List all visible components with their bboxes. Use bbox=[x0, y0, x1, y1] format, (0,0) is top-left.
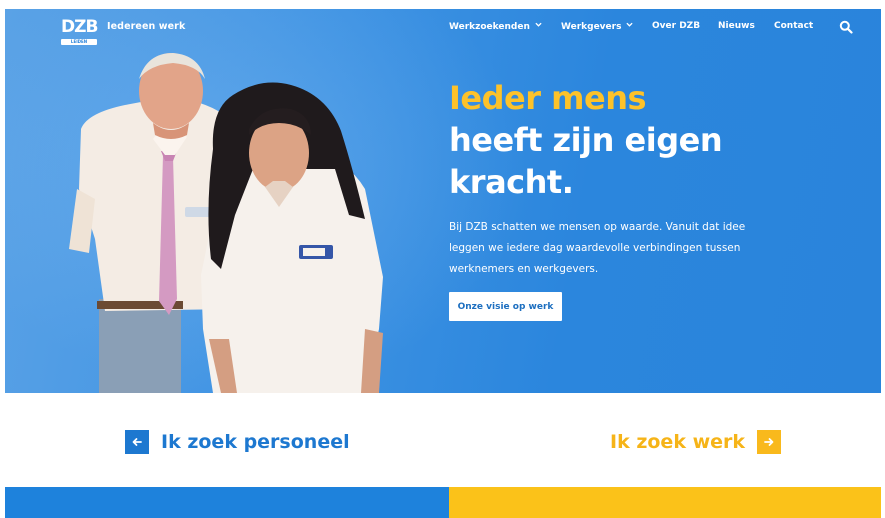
choice-label-personeel: Ik zoek personeel bbox=[161, 431, 350, 453]
nav-item-over-dzb[interactable]: Over DZB bbox=[652, 21, 700, 31]
chevron-down-icon bbox=[535, 22, 542, 27]
nav-item-nieuws[interactable]: Nieuws bbox=[718, 21, 755, 31]
chevron-down-icon bbox=[626, 22, 634, 27]
page: DZB LEIDEN Iedereen werk Werkzoekenden W… bbox=[5, 9, 881, 518]
search-icon[interactable] bbox=[839, 20, 853, 34]
ik-zoek-werk-link[interactable]: Ik zoek werk bbox=[610, 427, 782, 457]
nav-item-werkzoekenden[interactable]: Werkzoekenden bbox=[449, 21, 542, 32]
werkzoekenden-band bbox=[449, 487, 881, 518]
nav-label: Werkgevers bbox=[561, 22, 622, 32]
headline-line-3: kracht. bbox=[449, 163, 574, 201]
hero-section: DZB LEIDEN Iedereen werk Werkzoekenden W… bbox=[5, 9, 881, 393]
werkgevers-band bbox=[5, 487, 449, 518]
choice-label-werk: Ik zoek werk bbox=[610, 431, 746, 453]
hero-intro-text: Bij DZB schatten we mensen op waarde. Va… bbox=[449, 221, 746, 275]
hero-photo-people bbox=[69, 53, 383, 393]
headline-line-1: Ieder mens bbox=[449, 79, 647, 117]
headline-line-2: heeft zijn eigen bbox=[449, 121, 723, 159]
ik-zoek-personeel-link[interactable]: Ik zoek personeel bbox=[125, 427, 350, 457]
nav-item-contact[interactable]: Contact bbox=[774, 21, 813, 31]
arrow-right-icon bbox=[757, 430, 782, 454]
main-nav: Werkzoekenden Werkgevers Over DZB Nieuws… bbox=[5, 21, 881, 35]
arrow-left-icon bbox=[125, 430, 149, 454]
woman-figure bbox=[201, 82, 383, 393]
onze-visie-button[interactable]: Onze visie op werk bbox=[449, 292, 562, 321]
nav-item-werkgevers[interactable]: Werkgevers bbox=[561, 21, 634, 32]
nav-label: Werkzoekenden bbox=[449, 22, 530, 32]
